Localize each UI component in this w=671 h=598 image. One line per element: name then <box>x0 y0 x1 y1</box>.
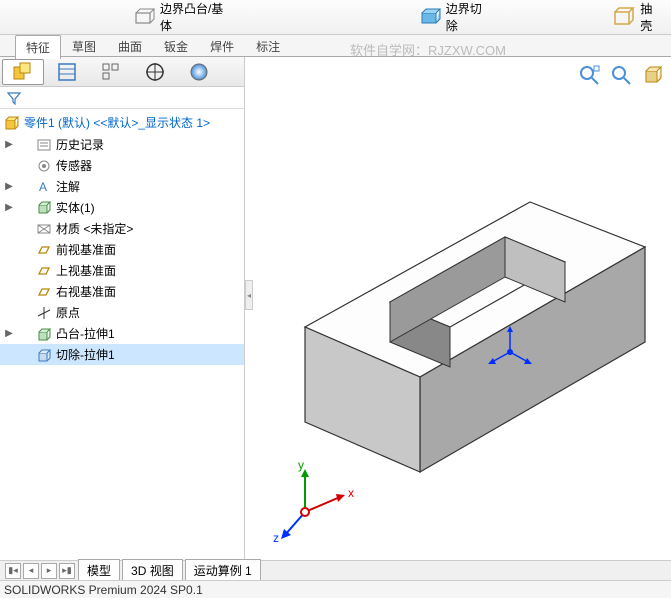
boundary-boss-button[interactable]: 边界凸台/基体 <box>122 0 239 36</box>
cut-icon <box>36 347 52 363</box>
tree-item-label: 切除-拉伸1 <box>56 346 115 363</box>
boss-icon <box>132 5 156 29</box>
tab-sheetmetal[interactable]: 钣金 <box>153 34 199 58</box>
bottom-tab-model[interactable]: 模型 <box>78 559 120 582</box>
bottom-tab-motion[interactable]: 运动算例 1 <box>185 559 261 582</box>
tree-item-label: 右视基准面 <box>56 283 116 300</box>
feature-tree: 零件1 (默认) <<默认>_显示状态 1> ▶ 历史记录传感器 ▶ A 注解 ▶ 实体(1… <box>0 109 244 562</box>
dimxpert-tab[interactable] <box>134 59 176 85</box>
boundary-cut-button[interactable]: 边界切除 <box>408 0 499 36</box>
status-bar: SOLIDWORKS Premium 2024 SP0.1 <box>0 580 671 598</box>
tree-item-label: 上视基准面 <box>56 262 116 279</box>
tree-item-label: 实体(1) <box>56 199 95 216</box>
config-manager-tab[interactable] <box>90 59 132 85</box>
tree-item-8[interactable]: 原点 <box>0 302 244 323</box>
rotate-triad-icon[interactable] <box>480 322 540 382</box>
tree-item-label: 材质 <未指定> <box>56 220 133 237</box>
tree-item-9[interactable]: ▶ 凸台-拉伸1 <box>0 323 244 344</box>
tree-item-2[interactable]: ▶ A 注解 <box>0 176 244 197</box>
config-icon <box>100 61 122 83</box>
property-icon <box>56 61 78 83</box>
expand-icon[interactable]: ▶ <box>4 202 14 213</box>
boss-label: 边界凸台/基体 <box>160 0 229 34</box>
splitter-handle[interactable]: ◂ <box>245 280 253 310</box>
tree-item-label: 凸台-拉伸1 <box>56 325 115 342</box>
tab-sketch[interactable]: 草图 <box>61 34 107 58</box>
part-root[interactable]: 零件1 (默认) <<默认>_显示状态 1> <box>0 111 244 134</box>
tree-item-4[interactable]: 材质 <未指定> <box>0 218 244 239</box>
extrude-icon <box>36 326 52 342</box>
tab-surface[interactable]: 曲面 <box>107 34 153 58</box>
shell-label: 抽壳 <box>640 0 661 34</box>
nav-prev-button[interactable]: ◂ <box>23 563 39 579</box>
annot-icon: A <box>36 179 52 195</box>
display-manager-tab[interactable] <box>178 59 220 85</box>
solid-icon <box>36 200 52 216</box>
tree-item-label: 传感器 <box>56 157 92 174</box>
sensor-icon <box>36 158 52 174</box>
tree-item-label: 历史记录 <box>56 136 104 153</box>
3d-viewport[interactable]: x y z <box>245 57 671 562</box>
plane-icon <box>36 242 52 258</box>
property-manager-tab[interactable] <box>46 59 88 85</box>
expand-icon[interactable]: ▶ <box>4 139 14 150</box>
dimxpert-icon <box>144 61 166 83</box>
origin-icon <box>36 305 52 321</box>
part-icon <box>4 115 20 131</box>
tree-item-label: 前视基准面 <box>56 241 116 258</box>
axis-z-label: z <box>273 531 279 545</box>
plane-icon <box>36 263 52 279</box>
tree-item-6[interactable]: 上视基准面 <box>0 260 244 281</box>
tab-annotate[interactable]: 标注 <box>245 34 291 58</box>
feature-manager-tab[interactable] <box>2 59 44 85</box>
axis-y-label: y <box>298 458 304 472</box>
sidebar-tabs <box>0 57 244 87</box>
filter-row <box>0 87 244 109</box>
plane-icon <box>36 284 52 300</box>
status-text: SOLIDWORKS Premium 2024 SP0.1 <box>4 583 203 597</box>
history-icon <box>36 137 52 153</box>
shell-button[interactable]: 抽壳 <box>602 0 671 36</box>
command-tabs: 特征 草图 曲面 钣金 焊件 标注 <box>0 35 671 57</box>
tree-item-label: 注解 <box>56 178 80 195</box>
axis-x-label: x <box>348 486 354 500</box>
tree-item-3[interactable]: ▶ 实体(1) <box>0 197 244 218</box>
tab-weldment[interactable]: 焊件 <box>199 34 245 58</box>
feature-tree-panel: 零件1 (默认) <<默认>_显示状态 1> ▶ 历史记录传感器 ▶ A 注解 ▶ 实体(1… <box>0 57 245 562</box>
filter-icon[interactable] <box>6 90 22 106</box>
nav-last-button[interactable]: ▸▮ <box>59 563 75 579</box>
top-toolbar: 边界凸台/基体 边界切除 抽壳 <box>0 0 671 35</box>
tab-feature[interactable]: 特征 <box>15 35 61 59</box>
tree-item-5[interactable]: 前视基准面 <box>0 239 244 260</box>
tree-item-label: 原点 <box>56 304 80 321</box>
expand-icon[interactable]: ▶ <box>4 328 14 339</box>
shell-icon <box>612 5 636 29</box>
mat-icon <box>36 221 52 237</box>
tree-item-1[interactable]: 传感器 <box>0 155 244 176</box>
tree-item-10[interactable]: 切除-拉伸1 <box>0 344 244 365</box>
origin-triad[interactable]: x y z <box>270 457 360 547</box>
bottom-tabs: ▮◂ ◂ ▸ ▸▮ 模型 3D 视图 运动算例 1 <box>0 560 671 580</box>
feature-manager-icon <box>12 61 34 83</box>
expand-icon[interactable]: ▶ <box>4 181 14 192</box>
tree-item-0[interactable]: ▶ 历史记录 <box>0 134 244 155</box>
bottom-tab-3dview[interactable]: 3D 视图 <box>122 559 183 582</box>
display-icon <box>188 61 210 83</box>
nav-first-button[interactable]: ▮◂ <box>5 563 21 579</box>
svg-text:A: A <box>39 180 47 194</box>
part-title: 零件1 (默认) <<默认>_显示状态 1> <box>24 114 210 131</box>
tree-item-7[interactable]: 右视基准面 <box>0 281 244 302</box>
nav-next-button[interactable]: ▸ <box>41 563 57 579</box>
cut-icon <box>418 5 442 29</box>
cut-label: 边界切除 <box>446 0 489 34</box>
